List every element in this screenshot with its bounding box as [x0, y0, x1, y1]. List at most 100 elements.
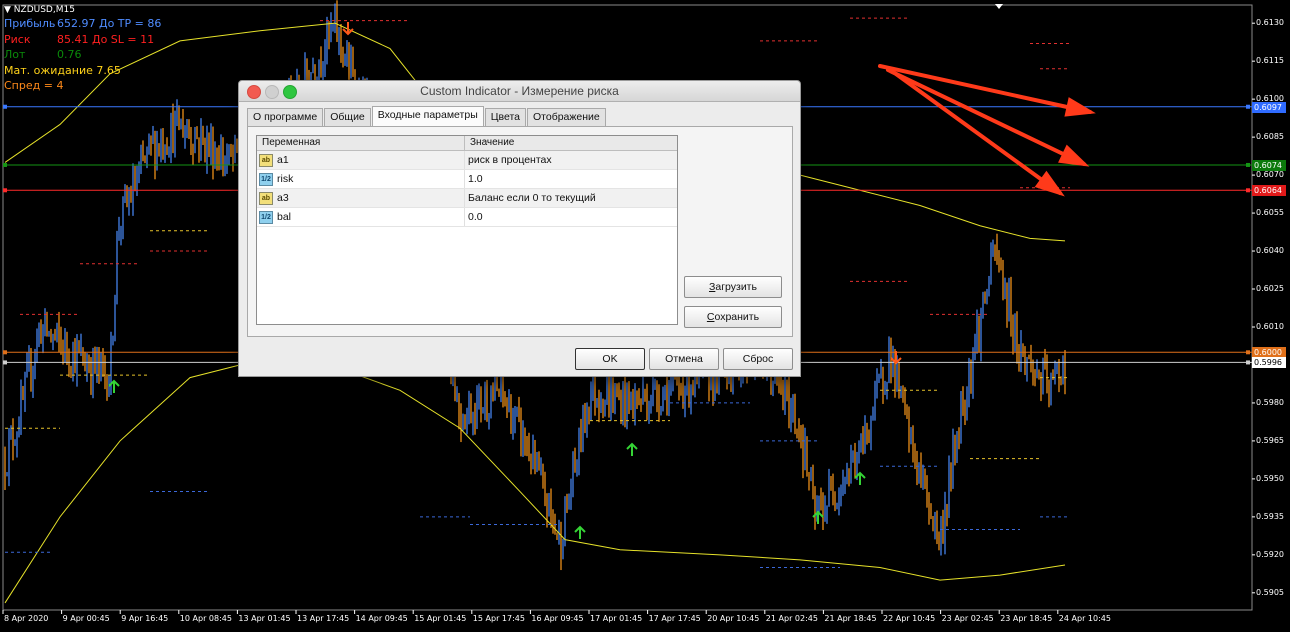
info-value: 85.41 До SL = 11	[57, 32, 155, 46]
parameter-row[interactable]: ab a1 риск в процентах	[257, 151, 677, 170]
column-variable[interactable]: Переменная	[257, 136, 465, 150]
chart-info-panel: ▼ NZDUSD,M15 Прибыль 652.97 До TP = 86 Рис…	[4, 4, 161, 94]
time-tick-label: 20 Apr 10:45	[707, 614, 760, 623]
dialog-tabs: О программе Общие Входные параметры Цвета От…	[247, 106, 607, 126]
price-level-box: 0.6097	[1252, 101, 1286, 113]
time-tick-label: 9 Apr 00:45	[62, 614, 110, 623]
save-button[interactable]: Сохранить	[684, 306, 782, 328]
info-line: Лот 0.76	[4, 47, 161, 63]
grid-header: Переменная Значение	[257, 136, 677, 151]
tab-1[interactable]: Общие	[324, 108, 371, 126]
info-label: Мат. ожидание 7.65	[4, 63, 121, 77]
price-tick-label: 0.5950	[1256, 473, 1284, 483]
info-label: Лот	[4, 48, 26, 61]
info-line: Риск 85.41 До SL = 11	[4, 32, 161, 48]
string-type-icon: ab	[259, 191, 273, 205]
parameter-row[interactable]: ab a3 Баланс если 0 то текущий	[257, 189, 677, 208]
info-label: Риск	[4, 32, 31, 46]
info-line: Спред = 4	[4, 78, 161, 94]
ok-button[interactable]: OK	[575, 348, 645, 370]
price-tick-label: 0.5920	[1256, 549, 1284, 559]
price-tick-label: 0.5980	[1256, 397, 1284, 407]
time-tick-label: 23 Apr 02:45	[941, 614, 994, 623]
parameter-value[interactable]: риск в процентах	[465, 151, 677, 169]
tab-panel: Переменная Значение ab a1 риск в процентах…	[247, 126, 793, 337]
time-tick-label: 8 Apr 2020	[4, 614, 49, 623]
info-label: Прибыль	[4, 17, 56, 30]
time-tick-label: 9 Apr 16:45	[121, 614, 169, 623]
time-tick-label: 13 Apr 01:45	[238, 614, 291, 623]
time-tick-label: 14 Apr 09:45	[355, 614, 408, 623]
annotation-arrow-profit	[878, 64, 1092, 114]
parameter-row[interactable]: 1/2 bal 0.0	[257, 208, 677, 227]
tab-2[interactable]: Входные параметры	[371, 106, 484, 126]
string-type-icon: ab	[259, 153, 273, 167]
level-handle-icon	[3, 104, 7, 109]
time-tick-label: 21 Apr 18:45	[824, 614, 877, 623]
parameter-name: bal	[277, 211, 292, 223]
tab-0[interactable]: О программе	[247, 108, 324, 126]
tab-4[interactable]: Отображение	[527, 108, 606, 126]
time-tick-label: 10 Apr 08:45	[179, 614, 232, 623]
parameter-name: risk	[277, 173, 294, 185]
info-label: Спред = 4	[4, 79, 64, 92]
symbol-label: ▼ NZDUSD,M15	[4, 5, 75, 15]
price-tick-label: 0.5905	[1256, 587, 1284, 597]
dialog-titlebar[interactable]: Custom Indicator - Измерение риска	[239, 81, 800, 102]
price-tick-label: 0.6025	[1256, 284, 1284, 293]
price-tick-label: 0.6115	[1256, 56, 1284, 66]
parameter-name: a1	[277, 154, 289, 166]
level-handle-icon	[3, 360, 7, 365]
price-level-box: 0.6074	[1252, 159, 1286, 171]
time-tick-label: 22 Apr 10:45	[883, 614, 936, 623]
info-value: 652.97 До TP = 86	[57, 17, 162, 30]
parameter-value[interactable]: 0.0	[465, 208, 677, 226]
parameter-name: a3	[277, 192, 289, 204]
price-tick-label: 0.6040	[1256, 246, 1284, 256]
price-tick-label: 0.6130	[1256, 18, 1284, 28]
annotation-arrow-lot-head	[1058, 144, 1090, 167]
parameter-name-cell: 1/2 risk	[257, 170, 465, 188]
price-tick-label: 0.5935	[1256, 511, 1284, 521]
time-tick-label: 15 Apr 17:45	[472, 614, 525, 623]
parameters-grid[interactable]: Переменная Значение ab a1 риск в процентах…	[256, 135, 678, 325]
parameter-row[interactable]: 1/2 risk 1.0	[257, 170, 677, 189]
buy-signal-icon	[574, 525, 586, 539]
cancel-button[interactable]: Отмена	[649, 348, 719, 370]
buy-signal-icon	[626, 442, 638, 456]
level-handle-icon	[3, 188, 7, 193]
level-handle-icon	[3, 162, 7, 167]
number-type-icon: 1/2	[259, 210, 273, 224]
lower-envelope-line	[4, 361, 1066, 604]
parameter-name-cell: ab a3	[257, 189, 465, 207]
price-tick-label: 0.6070	[1256, 170, 1284, 180]
number-type-icon: 1/2	[259, 172, 273, 186]
time-tick-label: 24 Apr 10:45	[1058, 614, 1111, 623]
price-level-box: 0.5996	[1252, 357, 1286, 369]
time-tick-label: 17 Apr 01:45	[590, 614, 643, 623]
time-tick-label: 23 Apr 18:45	[1000, 614, 1053, 623]
time-tick-label: 17 Apr 17:45	[648, 614, 701, 623]
annotation-arrow-lot	[886, 68, 1086, 166]
reset-button[interactable]: Сброс	[723, 348, 793, 370]
tab-3[interactable]: Цвета	[484, 108, 526, 126]
load-button[interactable]: Загрузить	[684, 276, 782, 298]
indicator-dialog[interactable]: Custom Indicator - Измерение риска О про…	[238, 80, 801, 377]
price-tick-label: 0.6085	[1256, 132, 1284, 142]
time-tick-label: 13 Apr 17:45	[297, 614, 350, 623]
price-tick-label: 0.6055	[1256, 208, 1284, 218]
dialog-title: Custom Indicator - Измерение риска	[420, 84, 619, 98]
time-tick-label: 21 Apr 02:45	[765, 614, 818, 623]
level-handle-icon	[3, 350, 7, 355]
parameter-name-cell: 1/2 bal	[257, 208, 465, 226]
price-level-box: 0.6064	[1252, 185, 1286, 197]
scroll-marker-icon	[995, 4, 1003, 9]
column-value[interactable]: Значение	[465, 136, 677, 150]
price-tick-label: 0.6010	[1256, 321, 1284, 331]
parameter-value[interactable]: Баланс если 0 то текущий	[465, 189, 677, 207]
parameter-value[interactable]: 1.0	[465, 170, 677, 188]
info-line: Прибыль 652.97 До TP = 86	[4, 16, 161, 32]
info-line: Мат. ожидание 7.65	[4, 63, 161, 79]
level-handle-icon	[1246, 162, 1250, 167]
level-handle-icon	[1246, 104, 1250, 109]
